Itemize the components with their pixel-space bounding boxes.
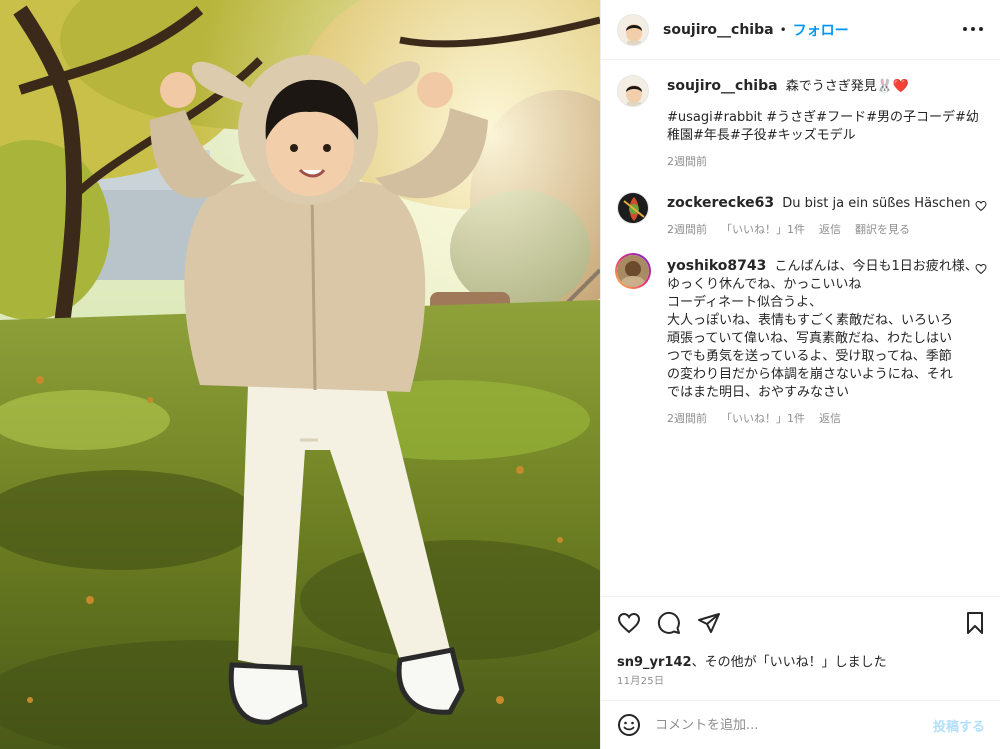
commenter-avatar[interactable]	[617, 192, 649, 224]
comment-like-icon[interactable]	[975, 263, 987, 275]
caption: soujiro__chiba 森でうさぎ発見🐰❤️ #usagi#rabbit …	[617, 75, 987, 169]
comment-icon[interactable]	[657, 611, 681, 635]
comment-text-line: こんばんは、今日も1日お疲れ様、	[774, 259, 978, 274]
comment-text-line: 大人っぽいね、表情もすごく素敵だね、いろいろ	[667, 313, 954, 328]
caption-time[interactable]: 2週間前	[667, 153, 707, 169]
comment-time[interactable]: 2週間前	[667, 221, 707, 237]
comment-text-line: ゆっくり休んでね、かっこいいね	[667, 277, 862, 292]
comment-time[interactable]: 2週間前	[667, 410, 707, 426]
comment-input[interactable]	[655, 717, 933, 733]
caption-text: 森でうさぎ発見🐰❤️	[785, 79, 910, 94]
caption-avatar[interactable]	[617, 75, 649, 107]
reply-button[interactable]: 返信	[819, 410, 841, 426]
likes-suffix[interactable]: 、その他が「いいね！」しました	[692, 655, 887, 670]
hashtags-line[interactable]: 稚園#年長#子役#キッズモデル	[667, 127, 987, 145]
comment-likes[interactable]: 「いいね！」1件	[721, 410, 805, 426]
author-avatar[interactable]	[617, 13, 649, 46]
comment-item: yoshiko8743 こんばんは、今日も1日お疲れ様、 ゆっくり休んでね、かっ…	[617, 255, 987, 426]
emoji-icon[interactable]	[617, 713, 641, 737]
post-side-panel: soujiro__chiba • フォロー soujiro__chiba 森でう…	[600, 0, 1000, 749]
comment-text: Du bist ja ein süßes Häschen	[782, 196, 971, 211]
post-comment-button[interactable]: 投稿する	[933, 716, 985, 735]
commenter-username[interactable]: yoshiko8743	[667, 258, 766, 274]
commenter-username[interactable]: zockerecke63	[667, 195, 774, 211]
follow-button[interactable]: フォロー	[793, 20, 849, 40]
post-actions: sn9_yr142、その他が「いいね！」しました 11月25日	[601, 596, 1000, 700]
bookmark-icon[interactable]	[963, 611, 987, 635]
hashtags-line[interactable]: #usagi#rabbit #うさぎ#フード#男の子コーデ#幼	[667, 109, 987, 127]
comment-likes[interactable]: 「いいね！」1件	[721, 221, 805, 237]
likes-user[interactable]: sn9_yr142	[617, 655, 692, 670]
heart-icon[interactable]	[617, 611, 641, 635]
post-header: soujiro__chiba • フォロー	[601, 0, 1000, 60]
translate-button[interactable]: 翻訳を見る	[855, 221, 910, 237]
post-date[interactable]: 11月25日	[617, 672, 664, 687]
caption-hashtags[interactable]: #usagi#rabbit #うさぎ#フード#男の子コーデ#幼 稚園#年長#子役…	[667, 109, 987, 145]
comment-text-line: の変わり目だから体調を崩さないようにね、それ	[667, 367, 953, 382]
reply-button[interactable]: 返信	[819, 221, 841, 237]
commenter-avatar[interactable]	[615, 253, 651, 289]
likes-summary[interactable]: sn9_yr142、その他が「いいね！」しました	[617, 651, 887, 670]
comment-like-icon[interactable]	[975, 200, 987, 212]
comment-text-line: コーディネート似合うよ、	[667, 295, 823, 310]
comments-list[interactable]: soujiro__chiba 森でうさぎ発見🐰❤️ #usagi#rabbit …	[601, 61, 1000, 596]
comment-bar: 投稿する	[601, 700, 1000, 749]
comment-text-line: ではまた明日、おやすみなさい	[667, 385, 850, 400]
more-options-icon[interactable]	[963, 21, 983, 37]
separator-dot: •	[779, 22, 787, 37]
share-icon[interactable]	[697, 611, 721, 635]
photo-illustration	[0, 0, 600, 749]
comment-text-line: つでも勇気を送っているよ、受け取ってね、季節	[667, 349, 952, 364]
author-username[interactable]: soujiro__chiba	[663, 22, 774, 38]
post-photo[interactable]	[0, 0, 600, 749]
caption-username[interactable]: soujiro__chiba	[667, 78, 778, 94]
comment-item: zockerecke63 Du bist ja ein süßes Häsche…	[617, 192, 987, 237]
comment-text-line: 頑張っていて偉いね、写真素敵だね、わたしはい	[667, 331, 952, 346]
